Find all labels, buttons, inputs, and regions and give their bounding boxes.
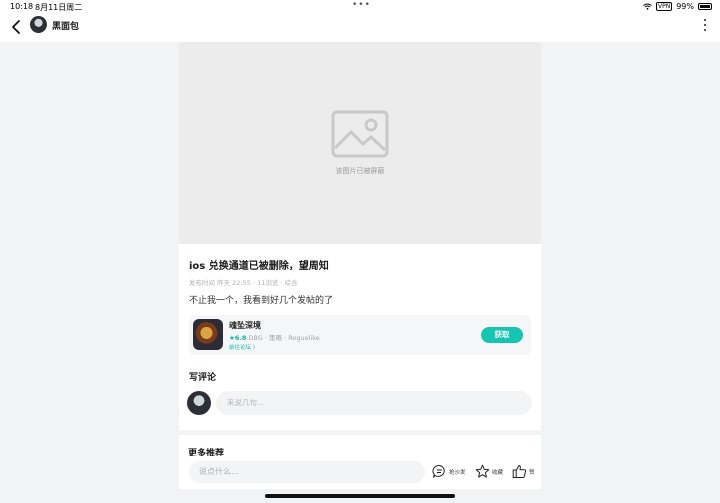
comment-input[interactable]: 来说几句... [216,391,532,415]
blocked-image[interactable]: 该图片已被屏蔽 [179,42,541,244]
status-time: 10:18 [10,2,34,11]
game-card[interactable]: 魂坠深境 ★6.8 DBG · 策略 · Roguelike 前往论坛 〉 获取 [189,315,531,355]
like-button[interactable]: 赞 [512,464,535,479]
battery-icon [698,3,712,10]
status-bar: 10:18 8月11日周二 ••• VPN 99% [0,0,720,14]
post-title: ios 兑换通道已被删除，望周知 [189,261,329,272]
reply-input[interactable]: 说点什么... [189,461,425,483]
reply-button[interactable]: 抢沙发 [432,464,466,479]
multitasking-dots-icon[interactable]: ••• [352,0,371,10]
post-body: 不止我一个，我看到好几个发帖的了 [189,296,334,306]
reply-label: 抢沙发 [449,469,466,476]
game-rating: ★6.8 [229,334,247,342]
section-divider [179,430,541,435]
wifi-icon [643,3,652,10]
status-indicators: VPN 99% [643,2,712,11]
like-label: 赞 [529,469,535,476]
game-tags: DBG · 策略 · Roguelike [246,334,320,342]
star-icon [475,464,490,478]
bottom-action-bar: 说点什么... 抢沙发 收藏 赞 [179,456,541,489]
game-info: ★6.8 DBG · 策略 · Roguelike [229,332,320,342]
nav-bar: 黑面包 [0,14,720,42]
get-button[interactable]: 获取 [481,327,523,343]
more-options-icon[interactable] [702,18,708,32]
comment-bubble-icon [432,465,445,478]
vpn-badge: VPN [656,2,673,11]
image-blocked-caption: 该图片已被屏蔽 [335,167,385,175]
game-name: 魂坠深境 [229,321,261,330]
favorite-button[interactable]: 收藏 [475,464,503,479]
battery-percent: 99% [676,2,694,11]
status-date: 8月11日周二 [35,3,83,12]
game-icon [193,319,223,350]
chevron-left-icon[interactable] [10,19,24,35]
post-content: 该图片已被屏蔽 ios 兑换通道已被删除，望周知 发布时间 昨天 22:55 ·… [179,42,541,460]
author-name[interactable]: 黑面包 [52,19,79,32]
author-avatar[interactable] [30,16,47,33]
post-meta: 发布时间 昨天 22:55 · 11浏览 · 综合 [189,279,298,287]
comment-heading: 写评论 [189,373,217,383]
home-indicator[interactable] [265,494,455,498]
image-placeholder-icon [331,110,389,158]
favorite-label: 收藏 [492,469,504,476]
forum-link[interactable]: 前往论坛 〉 [229,343,258,351]
user-avatar [187,391,211,415]
thumbs-up-icon [512,465,527,478]
